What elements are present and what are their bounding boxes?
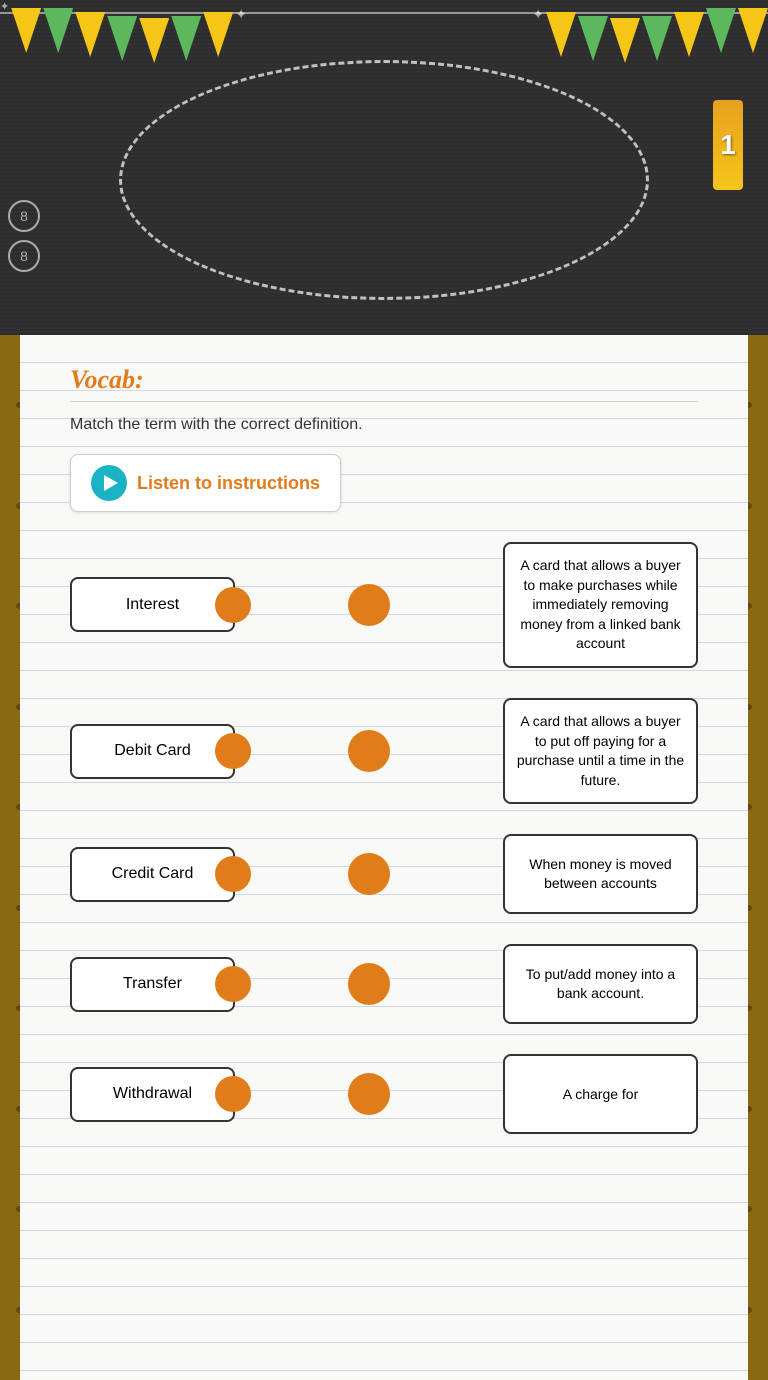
term-dot-debit — [215, 733, 251, 769]
def-box-3[interactable]: When money is moved between accounts — [503, 834, 698, 914]
match-row-interest: Interest A card that allows a buyer to m… — [70, 542, 698, 668]
flag-7 — [203, 12, 233, 57]
vocab-divider — [70, 401, 698, 402]
flag-6 — [171, 16, 201, 61]
listen-label: Listen to instructions — [137, 473, 320, 494]
paper-section: Vocab: Match the term with the correct d… — [20, 335, 748, 1380]
match-row-withdrawal: Withdrawal A charge for — [70, 1054, 698, 1134]
oval-frame — [119, 60, 649, 300]
term-interest[interactable]: Interest — [70, 577, 235, 632]
score-tracker: 8 8 — [8, 200, 40, 272]
match-row-credit-card: Credit Card When money is moved between … — [70, 834, 698, 914]
flag-10 — [610, 18, 640, 63]
term-dot-transfer — [215, 966, 251, 1002]
right-bunting: ✦ — [532, 0, 768, 63]
def-box-5[interactable]: A charge for — [503, 1054, 698, 1134]
term-dot-interest — [215, 587, 251, 623]
listen-button[interactable]: Listen to instructions — [70, 454, 341, 512]
term-dot-credit — [215, 856, 251, 892]
play-icon — [91, 465, 127, 501]
flag-9 — [578, 16, 608, 61]
match-area: Interest A card that allows a buyer to m… — [70, 542, 698, 1144]
connector-withdrawal — [235, 1073, 503, 1115]
match-row-transfer: Transfer To put/add money into a bank ac… — [70, 944, 698, 1024]
term-credit-card[interactable]: Credit Card — [70, 847, 235, 902]
term-withdrawal[interactable]: Withdrawal — [70, 1067, 235, 1122]
def-box-1[interactable]: A card that allows a buyer to make purch… — [503, 542, 698, 668]
left-bunting: ✦ ✦ — [0, 0, 247, 63]
term-debit-card[interactable]: Debit Card — [70, 724, 235, 779]
connector-interest — [235, 584, 503, 626]
match-instruction: Match the term with the correct definiti… — [70, 416, 698, 434]
def-box-2[interactable]: A card that allows a buyer to put off pa… — [503, 698, 698, 804]
match-row-debit-card: Debit Card A card that allows a buyer to… — [70, 698, 698, 804]
def-box-4[interactable]: To put/add money into a bank account. — [503, 944, 698, 1024]
flag-14 — [738, 8, 768, 53]
connector-credit — [235, 853, 503, 895]
term-transfer[interactable]: Transfer — [70, 957, 235, 1012]
flag-13 — [706, 8, 736, 53]
term-dot-withdrawal — [215, 1076, 251, 1112]
connector-dot-debit — [348, 730, 390, 772]
score-circle-1: 8 — [8, 200, 40, 232]
flag-11 — [642, 16, 672, 61]
flag-1 — [11, 8, 41, 53]
chalkboard-header: ✦ ✦ ✦ 1 8 8 — [0, 0, 768, 335]
flag-5 — [139, 18, 169, 63]
connector-dot-credit — [348, 853, 390, 895]
connector-dot-transfer — [348, 963, 390, 1005]
vocab-title: Vocab: — [70, 365, 698, 395]
flag-2 — [43, 8, 73, 53]
score-circle-2: 8 — [8, 240, 40, 272]
flag-8 — [546, 12, 576, 57]
play-triangle — [104, 475, 118, 491]
flag-3 — [75, 12, 105, 57]
connector-dot-interest — [348, 584, 390, 626]
connector-dot-withdrawal — [348, 1073, 390, 1115]
connector-debit — [235, 730, 503, 772]
flag-4 — [107, 16, 137, 61]
paper-content: Vocab: Match the term with the correct d… — [70, 365, 698, 1144]
ruler-icon: 1 — [713, 100, 743, 190]
connector-transfer — [235, 963, 503, 1005]
flag-12 — [674, 12, 704, 57]
